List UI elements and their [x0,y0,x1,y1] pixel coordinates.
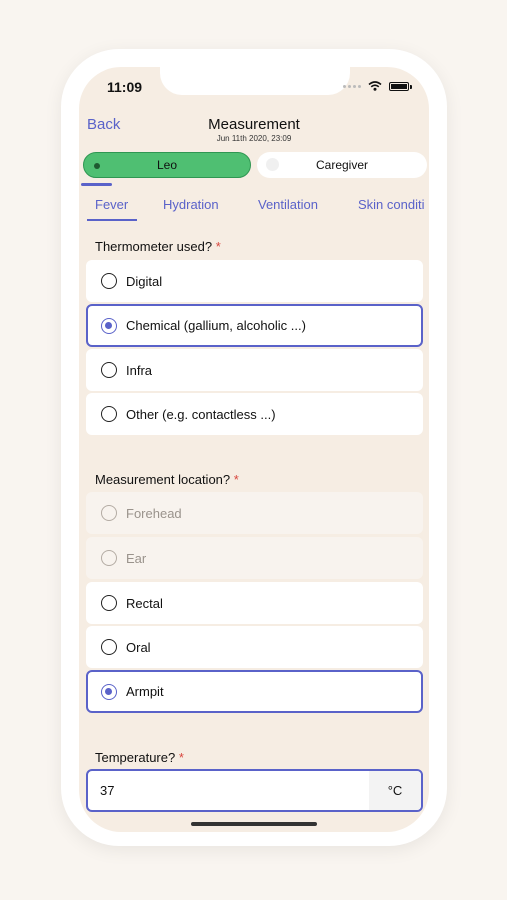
option-digital[interactable]: Digital [86,260,423,302]
thermometer-question-text: Thermometer used? [95,239,213,254]
temperature-question: Temperature? * [95,750,184,765]
wifi-icon [368,81,382,91]
active-dot-icon [94,163,100,169]
tab-skin-condition[interactable]: Skin conditi [358,197,424,212]
page-subtitle: Jun 11th 2020, 23:09 [216,134,292,143]
option-label: Digital [126,273,163,289]
radio-disabled-icon [101,550,117,566]
notch [160,67,350,95]
required-mark: * [215,239,221,254]
option-label: Chemical (gallium, alcoholic ...) [126,318,306,333]
option-infra[interactable]: Infra [86,349,423,391]
temperature-unit: °C [369,771,421,810]
option-chemical[interactable]: Chemical (gallium, alcoholic ...) [86,304,423,347]
segment-caregiver-label: Caregiver [315,158,369,172]
option-label: Forehead [126,505,182,521]
temperature-question-text: Temperature? [95,750,176,765]
radio-selected-icon [101,683,117,700]
radio-icon [101,595,117,611]
option-label: Ear [126,550,147,566]
required-mark: * [233,472,239,487]
required-mark: * [178,750,184,765]
option-forehead: Forehead [86,492,423,534]
radio-icon [101,273,117,289]
app-screen: 11:09 Back Measurement Jun 11th 2020, 23… [79,67,429,832]
tab-bar: Fever Hydration Ventilation Skin conditi [79,197,429,225]
radio-selected-icon [101,317,117,334]
option-ear: Ear [86,537,423,579]
signal-dots-icon [343,84,361,88]
option-label: Oral [126,639,151,655]
option-oral[interactable]: Oral [86,626,423,668]
home-indicator[interactable] [191,822,317,826]
option-label: Other (e.g. contactless ...) [126,406,276,422]
option-other[interactable]: Other (e.g. contactless ...) [86,393,423,435]
battery-icon [389,81,412,91]
radio-icon [101,406,117,422]
radio-disabled-icon [101,505,117,521]
status-time: 11:09 [107,79,143,95]
segment-caregiver[interactable]: Caregiver [257,152,427,178]
temperature-field[interactable]: 37 °C [86,769,423,812]
location-question-text: Measurement location? [95,472,231,487]
progress-indicator [81,183,112,186]
option-label: Armpit [126,684,164,699]
option-armpit[interactable]: Armpit [86,670,423,713]
inactive-dot-icon [266,158,279,171]
thermometer-question: Thermometer used? * [95,239,221,254]
page-title: Measurement [208,116,300,133]
tab-ventilation[interactable]: Ventilation [258,197,318,212]
active-tab-underline [87,219,137,221]
location-question: Measurement location? * [95,472,239,487]
tab-fever[interactable]: Fever [95,197,128,212]
radio-icon [101,362,117,378]
option-label: Infra [126,362,153,378]
status-icons [343,81,412,91]
option-rectal[interactable]: Rectal [86,582,423,624]
radio-icon [101,639,117,655]
option-label: Rectal [126,595,163,611]
segment-patient[interactable]: Leo [83,152,251,178]
segment-patient-label: Leo [156,158,178,172]
temperature-input[interactable]: 37 [88,783,369,798]
tab-hydration[interactable]: Hydration [163,197,219,212]
